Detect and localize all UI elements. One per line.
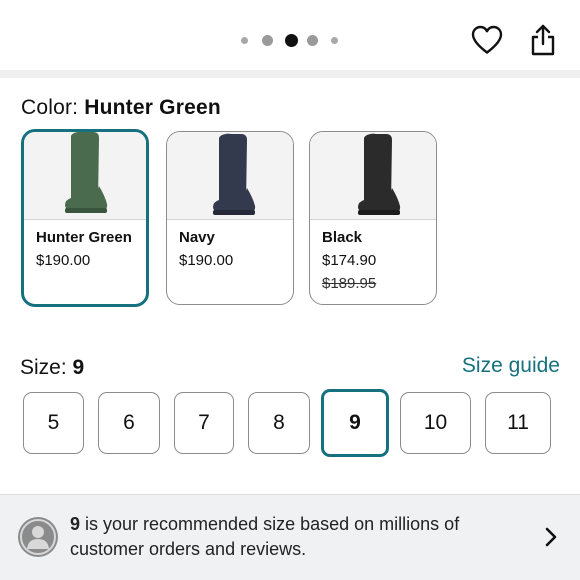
size-option-11[interactable]: 11 <box>485 392 551 454</box>
color-option-price: $174.90 <box>322 252 377 269</box>
heart-outline-icon <box>471 25 503 54</box>
avatar <box>18 517 58 557</box>
size-label: Size: <box>20 356 67 379</box>
user-avatar-icon <box>20 519 56 555</box>
carousel-dot[interactable] <box>331 37 338 44</box>
size-option-6[interactable]: 6 <box>98 392 160 454</box>
size-option-10[interactable]: 10 <box>400 392 471 454</box>
recommendation-message: is your recommended size based on millio… <box>70 514 460 559</box>
color-option-price: $190.00 <box>179 252 234 269</box>
color-option-name: Navy <box>179 229 215 246</box>
recommended-size: 9 <box>70 514 81 534</box>
size-heading: Size: 9 <box>20 356 84 380</box>
size-option-8[interactable]: 8 <box>248 392 310 454</box>
product-image <box>24 132 146 220</box>
size-option-5[interactable]: 5 <box>23 392 84 454</box>
carousel-dot[interactable] <box>307 35 318 46</box>
color-option-navy[interactable]: Navy $190.00 <box>166 131 294 305</box>
color-option-black[interactable]: Black $174.90 $189.95 <box>309 131 437 305</box>
size-option-7[interactable]: 7 <box>174 392 234 454</box>
carousel-dot[interactable] <box>241 37 248 44</box>
recommendation-text: 9 is your recommended size based on mill… <box>70 512 520 562</box>
size-option-9[interactable]: 9 <box>321 389 389 457</box>
carousel-dot[interactable] <box>262 35 273 46</box>
color-option-name: Hunter Green <box>36 229 132 246</box>
color-option-name: Black <box>322 229 363 246</box>
favorite-button[interactable] <box>467 20 507 60</box>
section-divider <box>0 70 580 78</box>
size-selected-value: 9 <box>72 356 85 379</box>
product-image <box>310 132 436 220</box>
color-option-price: $190.00 <box>36 252 91 269</box>
size-recommendation-banner[interactable]: 9 is your recommended size based on mill… <box>0 494 580 580</box>
product-image <box>167 132 293 220</box>
share-button[interactable] <box>523 20 563 60</box>
color-selected-value: Hunter Green <box>84 96 221 119</box>
color-label: Color: <box>21 96 79 119</box>
carousel-dot-active[interactable] <box>285 34 298 47</box>
size-guide-link[interactable]: Size guide <box>462 354 560 378</box>
color-option-hunter-green[interactable]: Hunter Green $190.00 <box>21 129 149 307</box>
top-bar <box>0 0 580 70</box>
share-icon <box>531 24 555 56</box>
color-option-original-price: $189.95 <box>322 275 377 292</box>
chevron-right-icon <box>545 527 557 547</box>
color-heading: Color: Hunter Green <box>21 96 221 120</box>
